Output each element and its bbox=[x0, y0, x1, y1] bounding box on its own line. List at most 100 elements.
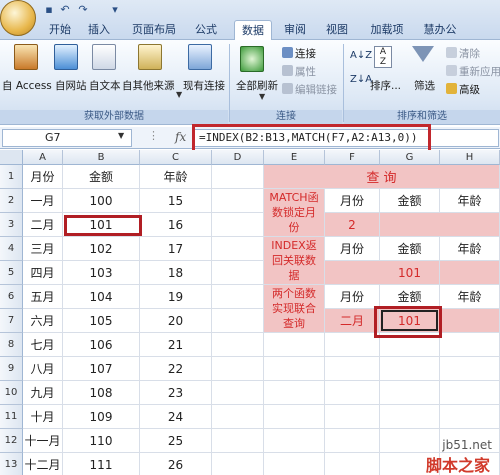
query-col-header-age[interactable]: 年龄 bbox=[440, 189, 500, 213]
column-header-c[interactable]: C bbox=[140, 150, 212, 165]
query-col-header-age[interactable]: 年龄 bbox=[440, 237, 500, 261]
table-cell[interactable]: 一月 bbox=[23, 189, 63, 213]
row-header-13[interactable]: 13 bbox=[0, 453, 23, 475]
table-cell[interactable]: 22 bbox=[140, 357, 212, 381]
save-icon[interactable]: ▪ bbox=[42, 3, 56, 17]
cell-f11[interactable] bbox=[325, 405, 380, 429]
column-header-b[interactable]: B bbox=[63, 150, 140, 165]
table-cell[interactable]: 七月 bbox=[23, 333, 63, 357]
row-header-10[interactable]: 10 bbox=[0, 381, 23, 405]
table-cell[interactable]: 110 bbox=[63, 429, 140, 453]
table-cell[interactable]: 十一月 bbox=[23, 429, 63, 453]
table-cell[interactable]: 24 bbox=[140, 405, 212, 429]
row-header-7[interactable]: 7 bbox=[0, 309, 23, 333]
cell-f10[interactable] bbox=[325, 381, 380, 405]
cell-e11[interactable] bbox=[264, 405, 325, 429]
table-cell[interactable]: 23 bbox=[140, 381, 212, 405]
table-header-month[interactable]: 月份 bbox=[23, 165, 63, 189]
refresh-all-button[interactable] bbox=[240, 46, 270, 72]
filter-label[interactable]: 筛选 bbox=[414, 78, 435, 93]
cell-g11[interactable] bbox=[380, 405, 440, 429]
from-other-sources-button[interactable] bbox=[138, 44, 164, 70]
tab-formulas[interactable]: 公式 bbox=[190, 20, 222, 40]
existing-connections-button[interactable] bbox=[188, 44, 218, 70]
from-text-button[interactable] bbox=[92, 44, 118, 70]
cell-e9[interactable] bbox=[264, 357, 325, 381]
customize-quick-access-icon[interactable]: ▾ bbox=[108, 3, 122, 17]
table-cell[interactable]: 26 bbox=[140, 453, 212, 475]
index-result-cell[interactable]: 101 bbox=[380, 261, 440, 285]
cell-d6[interactable] bbox=[212, 285, 264, 309]
row-header-3[interactable]: 3 bbox=[0, 213, 23, 237]
cell-d8[interactable] bbox=[212, 333, 264, 357]
cell-g10[interactable] bbox=[380, 381, 440, 405]
cell-f13[interactable] bbox=[325, 453, 380, 475]
cell-h9[interactable] bbox=[440, 357, 500, 381]
row-header-9[interactable]: 9 bbox=[0, 357, 23, 381]
cell-d9[interactable] bbox=[212, 357, 264, 381]
cell-e12[interactable] bbox=[264, 429, 325, 453]
table-cell[interactable]: 八月 bbox=[23, 357, 63, 381]
table-cell[interactable]: 十月 bbox=[23, 405, 63, 429]
table-cell[interactable]: 111 bbox=[63, 453, 140, 475]
cell-h8[interactable] bbox=[440, 333, 500, 357]
cell-d12[interactable] bbox=[212, 429, 264, 453]
office-button[interactable] bbox=[0, 0, 36, 36]
table-cell[interactable]: 二月 bbox=[23, 213, 63, 237]
tab-insert[interactable]: 插入 bbox=[84, 20, 114, 40]
table-cell[interactable]: 18 bbox=[140, 261, 212, 285]
combo-month-cell[interactable]: 二月 bbox=[325, 309, 380, 333]
tab-data[interactable]: 数据 bbox=[234, 20, 272, 41]
table-cell[interactable]: 105 bbox=[63, 309, 140, 333]
properties-button[interactable]: 属性 bbox=[282, 64, 316, 80]
table-cell[interactable]: 21 bbox=[140, 333, 212, 357]
connections-button[interactable]: 连接 bbox=[282, 46, 316, 62]
cell-h11[interactable] bbox=[440, 405, 500, 429]
cell-f9[interactable] bbox=[325, 357, 380, 381]
sort-ascending-icon[interactable]: A↓Z bbox=[350, 50, 372, 61]
refresh-dropdown-icon[interactable]: ▼ bbox=[259, 92, 265, 101]
cell-d7[interactable] bbox=[212, 309, 264, 333]
cell-e8[interactable] bbox=[264, 333, 325, 357]
table-header-age[interactable]: 年龄 bbox=[140, 165, 212, 189]
row-header-8[interactable]: 8 bbox=[0, 333, 23, 357]
advanced-button[interactable]: 高级 bbox=[446, 82, 480, 98]
cell-e10[interactable] bbox=[264, 381, 325, 405]
cell-f8[interactable] bbox=[325, 333, 380, 357]
row-header-4[interactable]: 4 bbox=[0, 237, 23, 261]
dropdown-arrow-icon[interactable]: ▼ bbox=[176, 90, 182, 99]
row-header-11[interactable]: 11 bbox=[0, 405, 23, 429]
match-result-cell[interactable]: 2 bbox=[325, 213, 380, 237]
table-cell[interactable]: 19 bbox=[140, 285, 212, 309]
tab-home[interactable]: 开始 bbox=[42, 20, 78, 40]
table-cell[interactable]: 106 bbox=[63, 333, 140, 357]
table-cell[interactable]: 五月 bbox=[23, 285, 63, 309]
table-cell[interactable]: 16 bbox=[140, 213, 212, 237]
filter-funnel-icon[interactable] bbox=[412, 46, 434, 62]
cell-d2[interactable] bbox=[212, 189, 264, 213]
row-header-2[interactable]: 2 bbox=[0, 189, 23, 213]
edit-links-button[interactable]: 编辑链接 bbox=[282, 82, 337, 98]
table-cell[interactable]: 25 bbox=[140, 429, 212, 453]
select-all-corner[interactable] bbox=[0, 150, 23, 165]
table-cell[interactable]: 17 bbox=[140, 237, 212, 261]
tab-view[interactable]: 视图 bbox=[322, 20, 352, 40]
table-cell[interactable]: 108 bbox=[63, 381, 140, 405]
cell-g12[interactable] bbox=[380, 429, 440, 453]
query-col-header-month[interactable]: 月份 bbox=[325, 189, 380, 213]
cell-d13[interactable] bbox=[212, 453, 264, 475]
sort-descending-icon[interactable]: Z↓A bbox=[350, 74, 372, 85]
from-access-button[interactable] bbox=[6, 44, 46, 70]
column-header-d[interactable]: D bbox=[212, 150, 264, 165]
table-cell[interactable]: 104 bbox=[63, 285, 140, 309]
table-cell[interactable]: 六月 bbox=[23, 309, 63, 333]
column-header-h[interactable]: H bbox=[440, 150, 500, 165]
tab-review[interactable]: 审阅 bbox=[280, 20, 310, 40]
redo-icon[interactable]: ↷ bbox=[76, 3, 90, 17]
table-cell[interactable]: 九月 bbox=[23, 381, 63, 405]
name-box-dropdown-icon[interactable]: ▼ bbox=[118, 131, 124, 140]
tab-huibangong[interactable]: 慧办公 bbox=[420, 20, 460, 40]
table-cell[interactable]: 四月 bbox=[23, 261, 63, 285]
name-box[interactable]: G7 bbox=[2, 129, 132, 147]
from-web-button[interactable] bbox=[54, 44, 80, 70]
